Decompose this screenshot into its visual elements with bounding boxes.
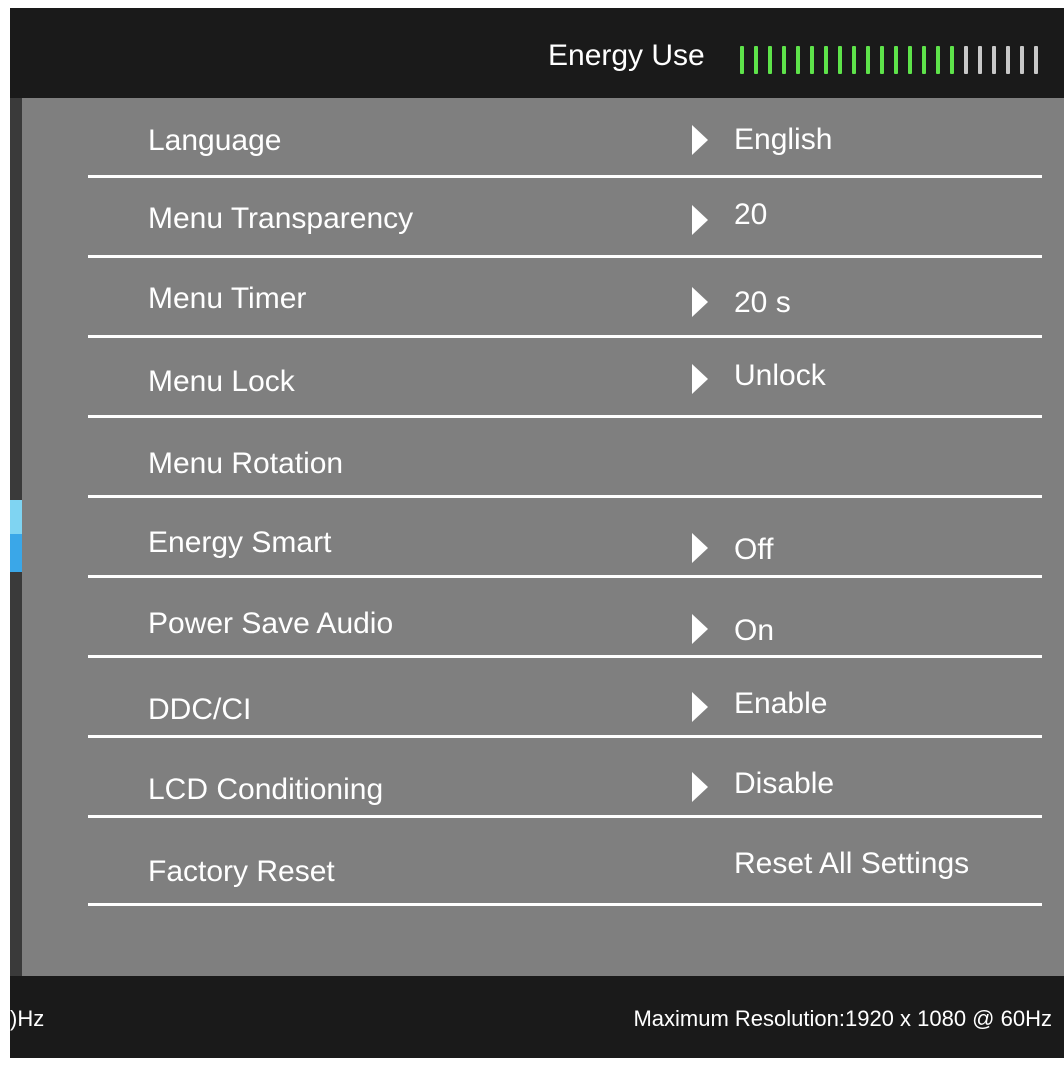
category-highlight-top <box>10 500 22 534</box>
energy-meter-segment <box>810 46 814 74</box>
energy-meter-segment <box>950 46 954 74</box>
chevron-right-icon <box>692 364 708 394</box>
energy-meter-segment <box>922 46 926 74</box>
menu-item-lcd-conditioning[interactable]: LCD Conditioning Disable <box>88 738 1042 818</box>
menu-item-label: Language <box>148 124 282 157</box>
energy-meter-segment <box>796 46 800 74</box>
energy-meter-segment <box>908 46 912 74</box>
energy-meter-segment <box>1020 46 1024 74</box>
menu-item-label: Factory Reset <box>148 855 335 888</box>
menu-item-value: English <box>734 123 833 156</box>
menu-item-menu-timer[interactable]: Menu Timer 20 s <box>88 258 1042 338</box>
chevron-right-icon <box>692 533 708 563</box>
settings-panel: Language English Menu Transparency 20 Me… <box>22 98 1064 976</box>
energy-meter-segment <box>768 46 772 74</box>
chevron-right-icon <box>692 772 708 802</box>
energy-meter-segment <box>894 46 898 74</box>
menu-item-value: 20 s <box>734 286 791 319</box>
menu-item-label: Menu Lock <box>148 365 295 398</box>
menu-item-ddc-ci[interactable]: DDC/CI Enable <box>88 658 1042 738</box>
menu-item-menu-transparency[interactable]: Menu Transparency 20 <box>88 178 1042 258</box>
menu-item-menu-rotation[interactable]: Menu Rotation <box>88 418 1042 498</box>
energy-meter-segment <box>936 46 940 74</box>
energy-use-label: Energy Use <box>548 39 705 72</box>
chevron-right-icon <box>692 614 708 644</box>
row-divider <box>88 903 1042 906</box>
energy-meter-segment <box>964 46 968 74</box>
current-refresh-text: )Hz <box>10 1006 45 1031</box>
osd-window: Energy Use Language English Menu Transpa… <box>10 8 1064 1058</box>
menu-item-label: Menu Timer <box>148 282 307 315</box>
energy-meter-segment <box>824 46 828 74</box>
energy-meter-segment <box>866 46 870 74</box>
menu-item-factory-reset[interactable]: Factory Reset Reset All Settings <box>88 818 1042 906</box>
menu-item-label: Menu Transparency <box>148 202 414 235</box>
category-rail <box>10 98 22 976</box>
max-resolution-text: Maximum Resolution:1920 x 1080 @ 60Hz <box>633 1006 1052 1031</box>
menu-item-language[interactable]: Language English <box>88 98 1042 178</box>
menu-item-label: Energy Smart <box>148 526 332 559</box>
menu-item-value: 20 <box>734 198 768 231</box>
menu-item-value: Off <box>734 533 774 566</box>
osd-header: Energy Use <box>10 8 1064 98</box>
menu-item-energy-smart[interactable]: Energy Smart Off <box>88 498 1042 578</box>
energy-meter-segment <box>740 46 744 74</box>
energy-meter-segment <box>782 46 786 74</box>
menu-item-power-save-audio[interactable]: Power Save Audio On <box>88 578 1042 658</box>
menu-item-value: On <box>734 614 775 647</box>
menu-item-menu-lock[interactable]: Menu Lock Unlock <box>88 338 1042 418</box>
energy-meter-segment <box>992 46 996 74</box>
menu-item-value: Enable <box>734 687 828 720</box>
energy-meter-segment <box>1006 46 1010 74</box>
energy-meter-segment <box>838 46 842 74</box>
menu-item-value: Unlock <box>734 359 826 392</box>
menu-item-label: LCD Conditioning <box>148 773 384 806</box>
energy-meter-segment <box>978 46 982 74</box>
chevron-right-icon <box>692 205 708 235</box>
osd-footer: )Hz Maximum Resolution:1920 x 1080 @ 60H… <box>10 976 1064 1058</box>
reset-all-settings-value[interactable]: Reset All Settings <box>734 846 969 882</box>
menu-item-label: Power Save Audio <box>148 607 394 640</box>
menu-item-label: Menu Rotation <box>148 447 344 480</box>
energy-meter-segment <box>880 46 884 74</box>
chevron-right-icon <box>692 287 708 317</box>
menu-item-value: Disable <box>734 767 835 800</box>
chevron-right-icon <box>692 125 708 155</box>
energy-meter-segment <box>1034 46 1038 74</box>
energy-meter-segment <box>852 46 856 74</box>
menu-item-label: DDC/CI <box>148 693 252 726</box>
chevron-right-icon <box>692 692 708 722</box>
energy-meter-segment <box>754 46 758 74</box>
